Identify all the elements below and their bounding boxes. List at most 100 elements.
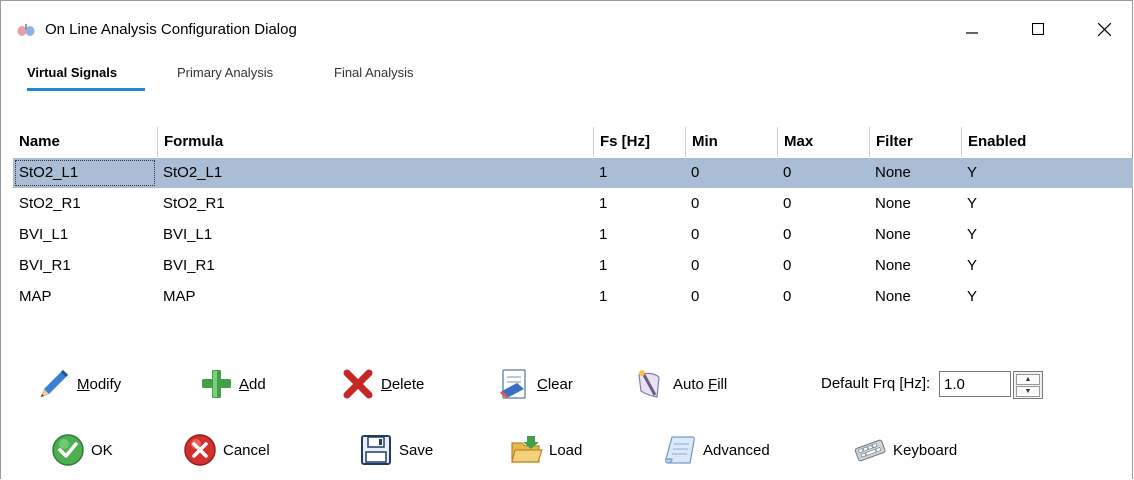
window-title: On Line Analysis Configuration Dialog	[45, 21, 297, 38]
default-frq-spinner: ▲ ▼	[1013, 371, 1043, 399]
plus-icon	[199, 367, 233, 401]
cell-fs[interactable]: 1	[593, 158, 685, 188]
cell-enabled[interactable]: Y	[961, 158, 1133, 188]
add-button[interactable]: Add	[199, 365, 266, 403]
cell-max[interactable]: 0	[777, 251, 869, 281]
table-row[interactable]: MAP MAP 1 0 0 None Y	[13, 282, 1133, 312]
spin-down-button[interactable]: ▼	[1016, 386, 1040, 397]
table-header: Name Formula Fs [Hz] Min Max Filter Enab…	[13, 127, 1133, 157]
title-bar[interactable]: On Line Analysis Configuration Dialog	[1, 1, 1132, 45]
cell-formula[interactable]: MAP	[157, 282, 593, 312]
modify-label: Modify	[77, 375, 122, 393]
check-circle-icon	[51, 433, 85, 467]
tab-primary-analysis[interactable]: Primary Analysis	[177, 65, 273, 80]
minimize-icon	[966, 32, 978, 34]
cell-min[interactable]: 0	[685, 220, 777, 250]
delete-button[interactable]: Delete	[341, 365, 424, 403]
cell-fs[interactable]: 1	[593, 220, 685, 250]
column-header-min[interactable]: Min	[685, 127, 777, 157]
save-label: Save	[399, 441, 434, 459]
close-icon	[1097, 22, 1111, 36]
floppy-icon	[359, 433, 393, 467]
cell-filter[interactable]: None	[869, 282, 961, 312]
clear-button[interactable]: Clear	[497, 365, 573, 403]
keyboard-label: Keyboard	[893, 441, 958, 459]
cell-name[interactable]: BVI_L1	[13, 220, 157, 250]
default-frq-input[interactable]	[939, 371, 1011, 397]
wand-icon	[633, 367, 667, 401]
tab-final-analysis[interactable]: Final Analysis	[334, 65, 413, 80]
table-row[interactable]: StO2_L1 StO2_L1 1 0 0 None Y	[13, 158, 1133, 188]
cell-min[interactable]: 0	[685, 158, 777, 188]
modify-button[interactable]: Modify	[37, 365, 121, 403]
cell-enabled[interactable]: Y	[961, 251, 1133, 281]
cell-max[interactable]: 0	[777, 220, 869, 250]
lungs-icon	[17, 23, 35, 37]
close-button[interactable]	[1081, 11, 1127, 47]
cell-formula[interactable]: StO2_R1	[157, 189, 593, 219]
column-header-formula[interactable]: Formula	[157, 127, 593, 157]
cell-enabled[interactable]: Y	[961, 189, 1133, 219]
tab-virtual-signals[interactable]: Virtual Signals	[27, 65, 117, 80]
cell-min[interactable]: 0	[685, 251, 777, 281]
cell-enabled[interactable]: Y	[961, 220, 1133, 250]
advanced-label: Advanced	[703, 441, 770, 459]
spin-up-button[interactable]: ▲	[1016, 374, 1040, 385]
add-label: Add	[239, 375, 266, 393]
eraser-icon	[497, 367, 531, 401]
clear-label: Clear	[537, 375, 573, 393]
cell-name[interactable]: MAP	[13, 282, 157, 312]
cell-min[interactable]: 0	[685, 189, 777, 219]
cell-formula[interactable]: BVI_L1	[157, 220, 593, 250]
table-row[interactable]: BVI_R1 BVI_R1 1 0 0 None Y	[13, 251, 1133, 281]
cell-name[interactable]: StO2_R1	[13, 189, 157, 219]
default-frq-label: Default Frq [Hz]:	[821, 375, 931, 392]
keyboard-icon	[853, 433, 887, 467]
maximize-button[interactable]	[1015, 11, 1061, 47]
minimize-button[interactable]	[949, 11, 995, 47]
auto-fill-label: Auto Fill	[673, 375, 728, 393]
active-tab-indicator	[27, 88, 145, 91]
cancel-label: Cancel	[223, 441, 270, 459]
column-header-enabled[interactable]: Enabled	[961, 127, 1133, 157]
cancel-button[interactable]: Cancel	[183, 431, 270, 469]
column-header-max[interactable]: Max	[777, 127, 869, 157]
cell-fs[interactable]: 1	[593, 282, 685, 312]
cell-filter[interactable]: None	[869, 158, 961, 188]
load-label: Load	[549, 441, 583, 459]
cell-min[interactable]: 0	[685, 282, 777, 312]
cell-filter[interactable]: None	[869, 189, 961, 219]
cell-max[interactable]: 0	[777, 158, 869, 188]
cell-formula[interactable]: BVI_R1	[157, 251, 593, 281]
save-button[interactable]: Save	[359, 431, 433, 469]
load-button[interactable]: Load	[509, 431, 582, 469]
cell-fs[interactable]: 1	[593, 189, 685, 219]
auto-fill-button[interactable]: Auto Fill	[633, 365, 727, 403]
column-header-name[interactable]: Name	[13, 127, 157, 157]
x-icon	[341, 367, 375, 401]
cell-name[interactable]: StO2_L1	[13, 158, 157, 188]
cell-filter[interactable]: None	[869, 251, 961, 281]
cell-filter[interactable]: None	[869, 220, 961, 250]
advanced-button[interactable]: Advanced	[663, 431, 770, 469]
ok-label: OK	[91, 441, 113, 459]
column-header-filter[interactable]: Filter	[869, 127, 961, 157]
scroll-icon	[663, 433, 697, 467]
cancel-circle-icon	[183, 433, 217, 467]
pencil-icon	[37, 367, 71, 401]
maximize-icon	[1032, 23, 1044, 35]
keyboard-button[interactable]: Keyboard	[853, 431, 957, 469]
table-row[interactable]: BVI_L1 BVI_L1 1 0 0 None Y	[13, 220, 1133, 250]
cell-max[interactable]: 0	[777, 189, 869, 219]
cell-max[interactable]: 0	[777, 282, 869, 312]
cell-fs[interactable]: 1	[593, 251, 685, 281]
table-row[interactable]: StO2_R1 StO2_R1 1 0 0 None Y	[13, 189, 1133, 219]
cell-formula[interactable]: StO2_L1	[157, 158, 593, 188]
delete-label: Delete	[381, 375, 425, 393]
folder-icon	[509, 433, 543, 467]
cell-name[interactable]: BVI_R1	[13, 251, 157, 281]
cell-enabled[interactable]: Y	[961, 282, 1133, 312]
column-header-fs[interactable]: Fs [Hz]	[593, 127, 685, 157]
dialog-window: On Line Analysis Configuration Dialog Vi…	[0, 0, 1133, 479]
ok-button[interactable]: OK	[51, 431, 113, 469]
